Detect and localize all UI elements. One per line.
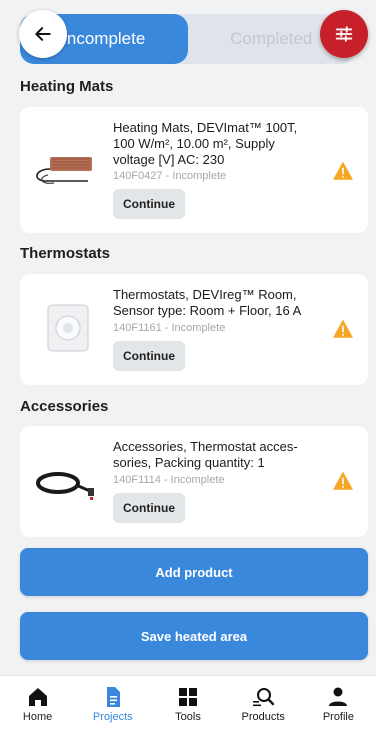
tab-incomplete-label: Incomplete [62, 29, 146, 48]
home-icon [28, 688, 47, 706]
continue-label: Continue [123, 349, 175, 363]
sliders-icon [335, 26, 353, 42]
tab-completed-label: Completed [230, 29, 313, 48]
section-title-heating-mats: Heating Mats [20, 78, 114, 95]
product-title: Heating Mats, DEVImat™ 100T, 100 W/m², 1… [113, 120, 298, 167]
product-card-heating-mat: Heating Mats, DEVImat™ 100T, 100 W/m², 1… [20, 107, 368, 233]
save-heated-area-label: Save heated area [140, 628, 248, 644]
heating-mat-image [36, 157, 92, 184]
grid-icon [179, 688, 197, 706]
nav-item-tools[interactable]: Tools [150, 676, 225, 729]
product-card-accessory: Accessories, Thermostat acces-sories, Pa… [20, 426, 368, 537]
product-card-thermostat: Thermostats, DEVIreg™ Room, Sensor type:… [20, 274, 368, 385]
document-icon [106, 687, 120, 707]
thermostat-image [47, 304, 89, 352]
arrow-left-icon [35, 27, 51, 41]
nav-projects-label: Projects [92, 711, 133, 723]
continue-button[interactable]: Continue [113, 189, 185, 219]
continue-button[interactable]: Continue [113, 341, 185, 371]
warning-icon [333, 162, 353, 180]
nav-tools-label: Tools [175, 711, 201, 723]
filter-button[interactable] [320, 10, 368, 58]
nav-profile-label: Profile [322, 711, 354, 723]
nav-item-projects[interactable]: Projects [75, 676, 150, 729]
product-title: Accessories, Thermostat acces-sories, Pa… [113, 439, 298, 470]
add-product-label: Add product [155, 564, 233, 580]
save-heated-area-button[interactable]: Save heated area [20, 612, 368, 660]
nav-item-profile[interactable]: Profile [301, 676, 376, 729]
continue-label: Continue [123, 197, 175, 211]
add-product-button[interactable]: Add product [20, 548, 368, 596]
continue-label: Continue [123, 501, 175, 515]
warning-icon [333, 320, 353, 338]
back-button[interactable] [19, 10, 67, 58]
section-title-thermostats: Thermostats [20, 245, 111, 262]
product-meta: 140F0427 - Incomplete [113, 170, 227, 182]
person-icon [329, 687, 348, 706]
section-title-accessories: Accessories [20, 398, 109, 415]
warning-icon [333, 472, 353, 490]
status-tabs: Incomplete Completed [20, 14, 355, 64]
nav-item-products[interactable]: Products [226, 676, 301, 729]
cable-image [36, 472, 94, 500]
nav-home-label: Home [22, 711, 53, 723]
search-list-icon [253, 688, 275, 707]
product-meta: 140F1114 - Incomplete [113, 474, 225, 486]
product-title: Thermostats, DEVIreg™ Room, Sensor type:… [113, 287, 302, 318]
nav-item-home[interactable]: Home [0, 676, 75, 729]
continue-button[interactable]: Continue [113, 493, 185, 523]
bottom-navigation: Home Projects Tools Products Profile [0, 675, 376, 729]
nav-products-label: Products [241, 711, 285, 723]
product-meta: 140F1161 - Incomplete [113, 322, 226, 334]
